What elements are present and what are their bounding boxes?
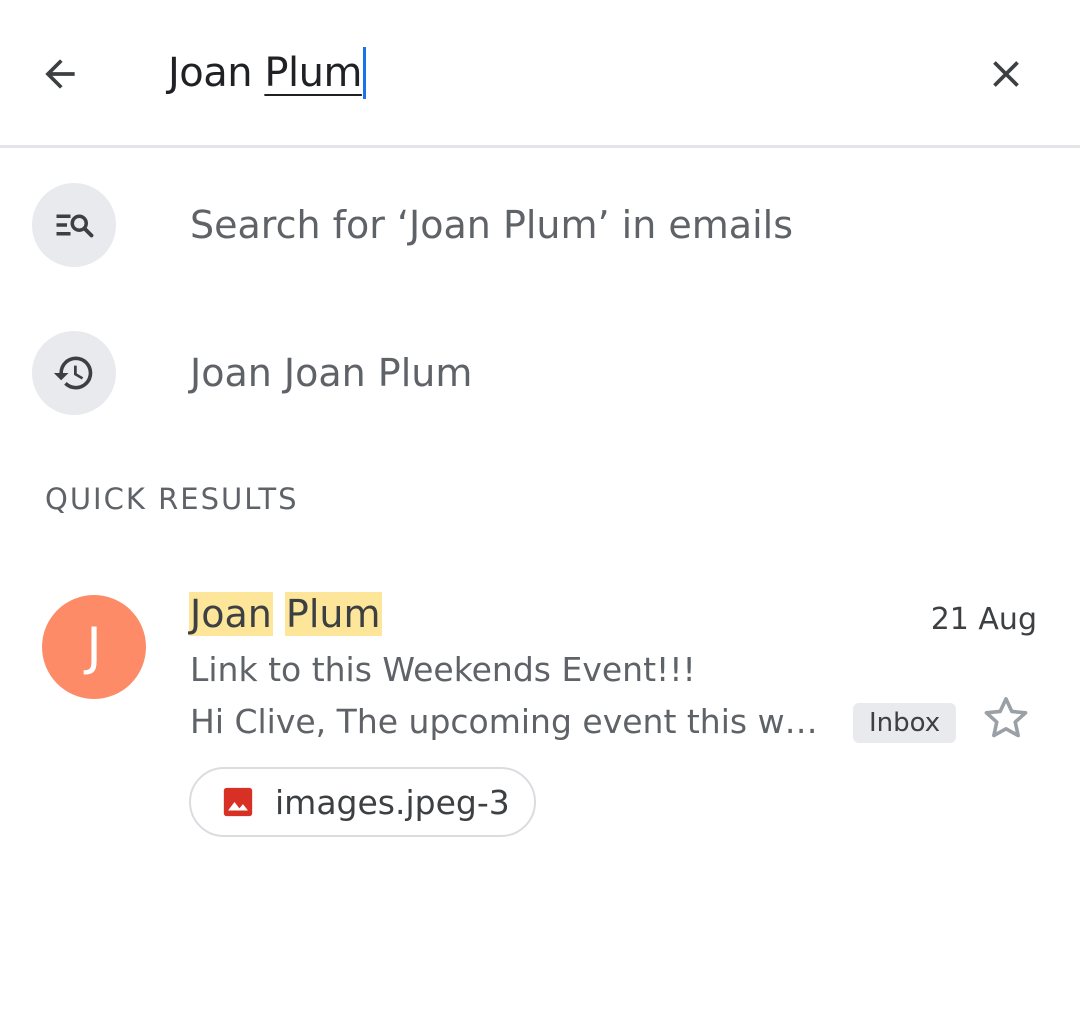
close-icon [993, 61, 1019, 87]
suggestion-icon-circle [32, 331, 116, 415]
sender-first-name-highlight: Joan [189, 592, 273, 636]
attachment-chip[interactable]: images.jpeg-3 [189, 767, 536, 837]
history-icon [53, 356, 93, 390]
suggestion-label: Joan Joan Plum [190, 351, 473, 395]
text-caret [362, 47, 366, 99]
search-query: Joan Plum [168, 50, 362, 96]
suggestion-label: Search for ‘Joan Plum’ in emails [190, 203, 793, 247]
suggestion-search-emails[interactable]: Search for ‘Joan Plum’ in emails [0, 170, 1080, 280]
email-snippet: Hi Clive, The upcoming event this weeken… [190, 702, 830, 741]
search-query-word-2: Plum [264, 50, 362, 96]
quick-results-heading: QUICK RESULTS [45, 482, 299, 516]
image-icon [223, 787, 253, 817]
sender-name: Joan Plum [189, 592, 382, 636]
avatar[interactable]: J [42, 595, 146, 699]
suggestion-history-item[interactable]: Joan Joan Plum [0, 318, 1080, 428]
search-bar: Joan Plum [0, 0, 1080, 148]
star-button[interactable] [976, 688, 1036, 748]
suggestion-icon-circle [32, 183, 116, 267]
search-query-word-1: Joan [168, 50, 265, 96]
arrow-back-icon [45, 59, 75, 89]
search-input[interactable]: Joan Plum [168, 40, 366, 106]
sender-last-name-highlight: Plum [284, 592, 382, 636]
star-outline-icon [984, 697, 1028, 738]
clear-search-button[interactable] [976, 44, 1036, 104]
search-in-mail-icon [56, 214, 94, 238]
back-button[interactable] [30, 44, 90, 104]
email-subject: Link to this Weekends Event!!! [190, 650, 696, 689]
inbox-label-chip: Inbox [853, 703, 957, 743]
email-date: 21 Aug [930, 602, 1037, 637]
attachment-name: images.jpeg-3 [275, 782, 510, 822]
quick-result-email[interactable]: J Joan Plum 21 Aug Link to this Weekends… [0, 580, 1080, 860]
